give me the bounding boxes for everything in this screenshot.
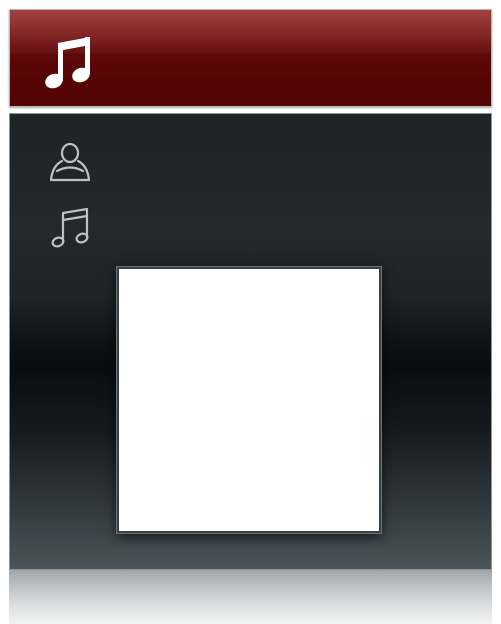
- music-player-window: [0, 0, 501, 624]
- panel-reflection: [9, 570, 492, 624]
- album-artwork[interactable]: [117, 267, 381, 533]
- main-panel: [9, 113, 492, 570]
- album-artwork-image: [119, 269, 379, 531]
- music-note-icon[interactable]: [48, 206, 92, 250]
- person-icon[interactable]: [48, 140, 92, 184]
- header-bar: [9, 9, 492, 107]
- music-note-icon[interactable]: [40, 34, 96, 94]
